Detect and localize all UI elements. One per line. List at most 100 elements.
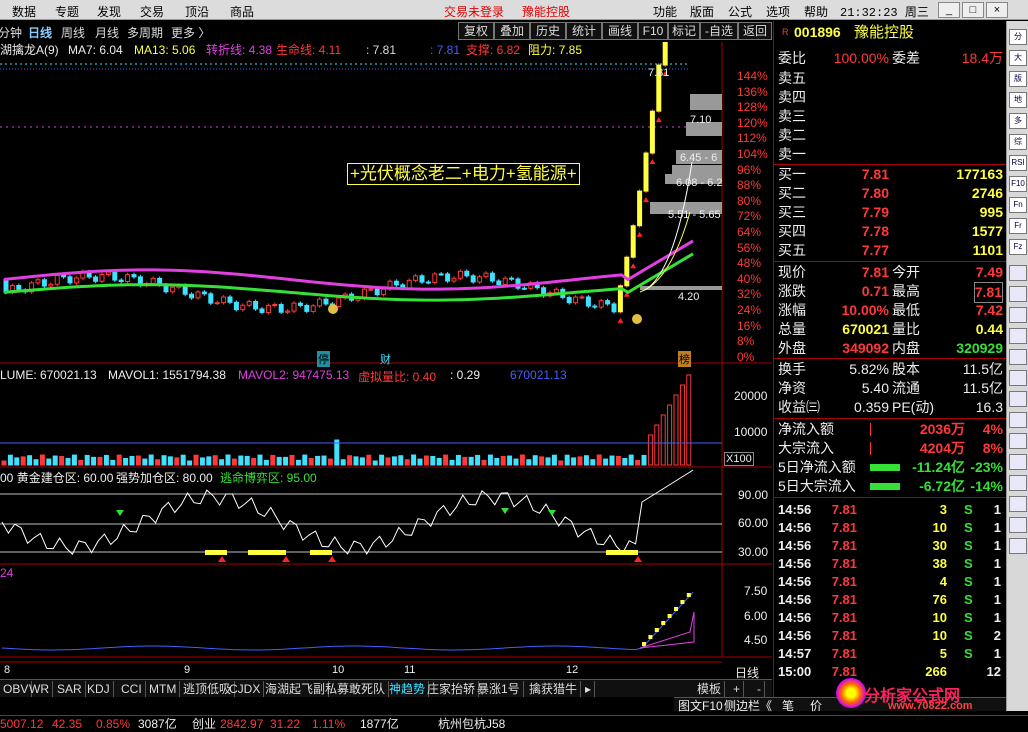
side-tool-icon[interactable] — [1009, 496, 1027, 512]
tab-4[interactable]: CCI — [118, 681, 146, 697]
tab-7[interactable]: CJDX — [226, 681, 265, 697]
sidebar-link[interactable]: 侧边栏《 — [724, 697, 772, 714]
tick-count: 1 — [993, 538, 1001, 553]
side-icon-3[interactable]: 地 — [1009, 92, 1027, 108]
status-stock[interactable]: 杭州包杭J58 — [438, 716, 505, 732]
side-tool-icon[interactable] — [1009, 538, 1027, 554]
tab-3[interactable]: KDJ — [84, 681, 114, 697]
side-tool-icon[interactable] — [1009, 307, 1027, 323]
side-icon-6[interactable]: RSI — [1009, 155, 1027, 171]
menu-item-front[interactable]: 顶沿 — [185, 3, 209, 20]
tab-11[interactable]: 庄家抬轿 — [424, 681, 480, 697]
tick-time: 14:56 — [778, 610, 812, 625]
volume-bar — [135, 455, 141, 466]
fuquan-button[interactable]: 复权 — [458, 22, 494, 40]
side-tool-icon[interactable] — [1009, 349, 1027, 365]
back-button[interactable]: 返回 — [738, 22, 772, 40]
watchlist-button[interactable]: -自选 — [700, 22, 738, 40]
menu-item-options[interactable]: 选项 — [766, 3, 790, 20]
volume-bar — [654, 424, 660, 466]
menu-item-data[interactable]: 数据 — [12, 3, 36, 20]
period-week[interactable]: 周线 — [61, 24, 85, 41]
side-tool-icon[interactable] — [1009, 433, 1027, 449]
f10-link[interactable]: 图文F10 — [678, 697, 723, 714]
volume-bar — [366, 454, 372, 466]
side-tool-icon[interactable] — [1009, 517, 1027, 533]
tab-5[interactable]: MTM — [146, 681, 181, 697]
template-button[interactable]: 模板 — [694, 681, 726, 697]
menu-item-goods[interactable]: 商品 — [230, 3, 254, 20]
side-icon-2[interactable]: 版 — [1009, 71, 1027, 87]
side-tool-icon[interactable] — [1009, 265, 1027, 281]
side-tool-icon[interactable] — [1009, 412, 1027, 428]
side-icon-8[interactable]: Fn — [1009, 197, 1027, 213]
draw-button[interactable]: 画线 — [602, 22, 638, 40]
tab-more[interactable]: ▸ — [582, 681, 596, 697]
minimize-button[interactable]: _ — [938, 2, 960, 18]
menu-item-help[interactable]: 帮助 — [804, 3, 828, 20]
status-bar: 5007.12 42.35 0.85% 3087亿 创业 2842.97 31.… — [0, 715, 1028, 732]
remove-tab-button[interactable]: - — [754, 681, 765, 697]
side-icon-4[interactable]: 多 — [1009, 113, 1027, 129]
side-icon-1[interactable]: 大 — [1009, 50, 1027, 66]
side-tool-icon[interactable] — [1009, 370, 1027, 386]
side-icon-9[interactable]: Fr — [1009, 218, 1027, 234]
extra-label: 净资 — [778, 380, 806, 396]
side-tool-icon[interactable] — [1009, 328, 1027, 344]
add-tab-button[interactable]: + — [730, 681, 745, 697]
candle-body — [637, 190, 643, 227]
tab-12[interactable]: 暴涨1号 — [474, 681, 524, 697]
volume-bar — [206, 456, 212, 466]
menu-item-formula[interactable]: 公式 — [728, 3, 752, 20]
side-tool-icon[interactable] — [1009, 286, 1027, 302]
period-day[interactable]: 日线 — [28, 24, 52, 41]
tab-13[interactable]: 擒获猎牛 — [526, 681, 582, 697]
tab-9[interactable]: 私募敢死队 — [322, 681, 390, 697]
period-more[interactable]: 更多 〉 — [171, 24, 210, 41]
f10-button[interactable]: F10 — [638, 22, 668, 40]
side-icon-0[interactable]: 分 — [1009, 29, 1027, 45]
side-tool-icon[interactable] — [1009, 391, 1027, 407]
candle-body — [598, 300, 604, 308]
tab-2[interactable]: SAR — [54, 681, 86, 697]
tab-1[interactable]: WR — [26, 681, 53, 697]
date-label-10: 10 — [332, 664, 345, 676]
login-status[interactable]: 交易未登录 — [444, 3, 504, 20]
maximize-button[interactable]: □ — [962, 2, 984, 18]
period-month[interactable]: 月线 — [95, 24, 119, 41]
menu-item-topic[interactable]: 专题 — [55, 3, 79, 20]
side-icon-7[interactable]: F10 — [1009, 176, 1027, 192]
volume-bar — [315, 455, 321, 466]
stats-button[interactable]: 统计 — [566, 22, 602, 40]
buy-label: 买三 — [778, 204, 806, 220]
tab-8[interactable]: 海湖起飞副 — [262, 681, 330, 697]
close-button[interactable]: × — [986, 2, 1008, 18]
side-tool-icon[interactable] — [1009, 454, 1027, 470]
menu-item-function[interactable]: 功能 — [653, 3, 677, 20]
menu-item-layout[interactable]: 版面 — [690, 3, 714, 20]
marker-finance[interactable]: 财 — [380, 351, 391, 367]
overlay-button[interactable]: 叠加 — [494, 22, 530, 40]
period-multi[interactable]: 多周期 — [127, 24, 163, 41]
period-minute[interactable]: 分钟 — [0, 24, 22, 41]
side-tool-icon[interactable] — [1009, 475, 1027, 491]
marker-rank[interactable]: 榜 — [678, 351, 691, 367]
tick-volume: 4 — [939, 574, 947, 589]
ma13-value: MA13: 5.06 — [134, 43, 196, 57]
menu-item-trade[interactable]: 交易 — [140, 3, 164, 20]
virtual-ratio: 虚拟量比: 0.40 — [358, 370, 437, 384]
menu-item-discover[interactable]: 发现 — [97, 3, 121, 20]
sub4-dot — [661, 621, 666, 625]
sub4-axis-450: 4.50 — [744, 633, 768, 647]
jia-tab[interactable]: 价 — [810, 697, 822, 714]
candle-body — [624, 256, 630, 287]
marker-stop[interactable]: 停 — [317, 351, 330, 367]
candle-body — [278, 304, 284, 313]
bi-tab[interactable]: 笔 — [782, 697, 794, 714]
mark-button[interactable]: 标记 — [668, 22, 700, 40]
side-icon-10[interactable]: Fz — [1009, 239, 1027, 255]
tab-10[interactable]: 神趋势 — [386, 681, 430, 697]
volume-bar — [238, 455, 244, 466]
history-button[interactable]: 历史 — [530, 22, 566, 40]
side-icon-5[interactable]: 综 — [1009, 134, 1027, 150]
